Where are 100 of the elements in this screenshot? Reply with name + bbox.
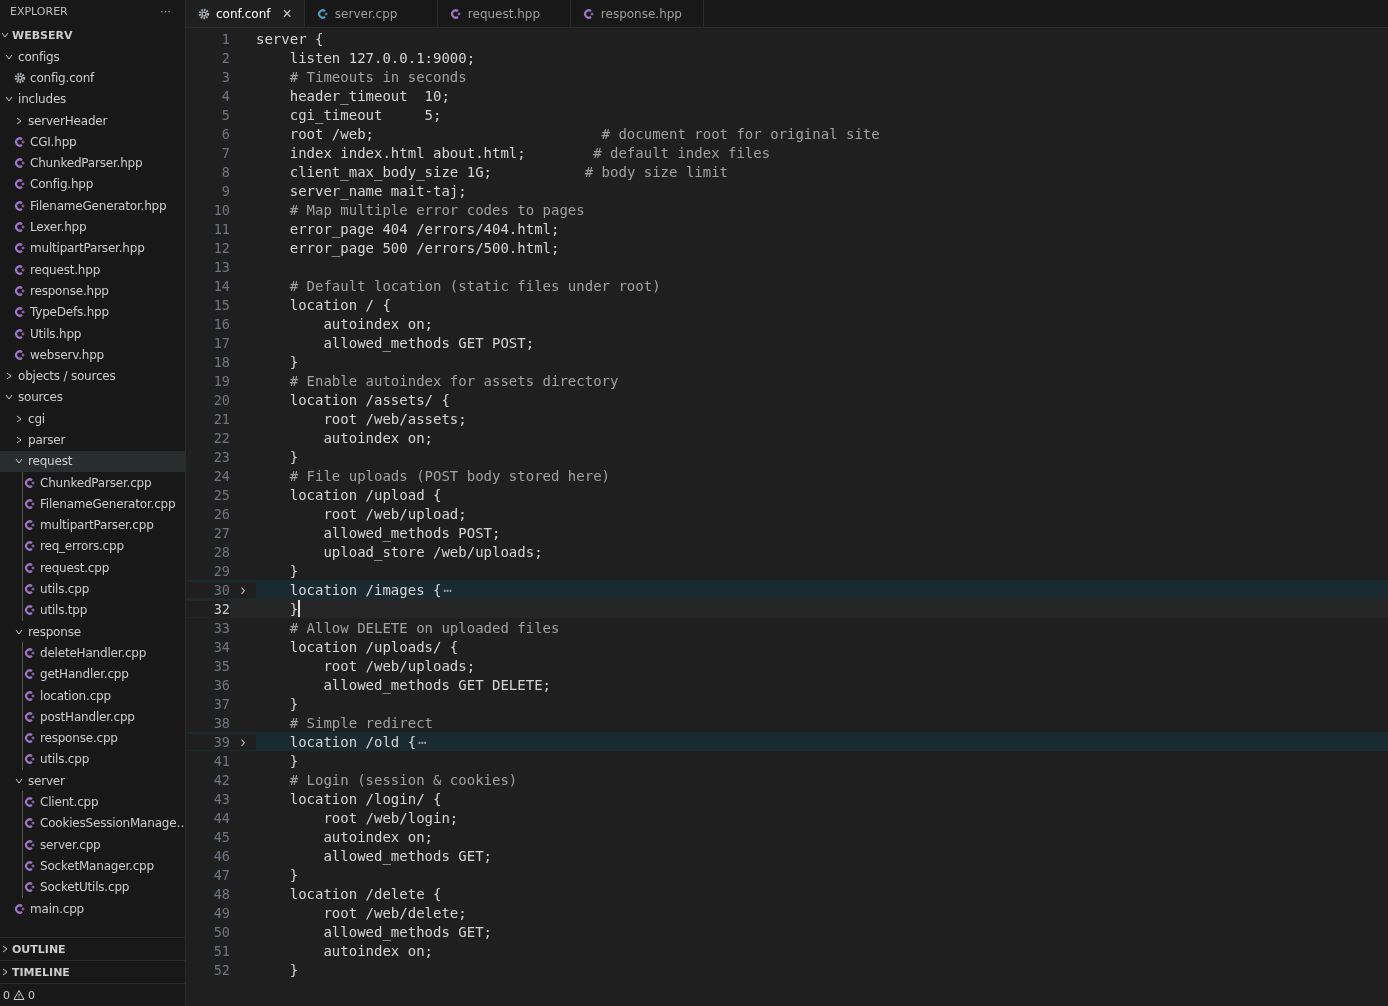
tree-item[interactable]: multipartParser.cpp [0,514,185,536]
tree-item[interactable]: deleteHandler.cpp [0,642,185,664]
chevron-icon [14,115,24,126]
cpp-file-icon [24,817,36,830]
gear-icon [14,71,26,84]
warning-count[interactable]: 0 [28,988,35,1002]
cpp-file-icon [24,710,36,723]
tree-item[interactable]: CGI.hpp [0,131,185,153]
code-line: upload_store /web/uploads; [322,543,543,560]
code-line: # Enable autoindex for assets directory [288,372,619,389]
editor-tab[interactable]: conf.conf × [186,0,305,27]
gear-icon [198,7,210,20]
code-line: root /web/upload; [322,505,467,522]
tree-item[interactable]: utils.cpp [0,748,185,771]
cpp-file-icon [24,689,36,702]
code-line: server { [256,30,324,47]
tree-item[interactable]: objects / sources [0,365,185,387]
tree-item[interactable]: FilenameGenerator.cpp [0,493,185,515]
tree-item[interactable]: main.cpp [0,897,185,920]
code-line: # Default location (static files under root) [288,277,661,294]
tree-item[interactable]: sources [0,386,185,409]
tree-item[interactable]: SocketUtils.cpp [0,876,185,898]
error-count[interactable]: 0 [3,988,10,1002]
editor-tab[interactable]: response.hpp [570,0,704,27]
code-line: } [288,961,299,978]
tree-item[interactable]: SocketManager.cpp [0,855,185,877]
tree-item[interactable]: Config.hpp [0,173,185,196]
cpp-file-icon [24,561,36,574]
panel-header[interactable]: OUTLINE [0,937,185,960]
tree-item[interactable]: CookiesSessionManage… [0,812,185,834]
project-root[interactable]: WEBSERV [0,22,185,46]
tree-item[interactable]: serverHeader [0,109,185,132]
code-line: error_page 404 /errors/404.html; [288,220,560,237]
cpp-file-icon [14,348,26,361]
code-line: } [288,448,299,465]
editor-tab[interactable]: request.hpp [437,0,571,27]
cpp-file-icon [14,221,26,233]
code-line: location /old {⋯ [288,733,427,750]
warning-icon[interactable] [13,989,25,1001]
tree-item[interactable]: parser [0,429,185,451]
more-button[interactable]: ··· [160,5,171,17]
code-line: } [288,866,299,883]
tree-item[interactable]: includes [0,88,185,110]
code-line: # Map multiple error codes to pages [288,201,585,218]
tree-item[interactable]: postHandler.cpp [0,706,185,728]
cpp-file-icon [14,242,26,255]
tree-item[interactable]: request.hpp [0,258,185,281]
cpp-file-icon [14,178,26,191]
line-number: 30 [186,581,230,598]
tree-item[interactable]: response [0,621,185,643]
explorer-title: EXPLORER [10,4,68,18]
code-line: # Simple redirect [288,714,433,731]
code-line: root /web; # document root for original site [288,125,880,142]
tree-item[interactable]: server [0,770,185,792]
tree-item[interactable]: utils.cpp [0,578,185,600]
tree-item[interactable]: getHandler.cpp [0,663,185,685]
cpp-file-icon [14,157,26,170]
tree-item[interactable]: ChunkedParser.cpp [0,471,185,494]
cpp-file-icon [14,135,26,148]
tree-item[interactable]: Utils.hpp [0,322,185,345]
tree-item[interactable]: TypeDefs.hpp [0,301,185,323]
chevron-icon [0,944,10,954]
cpp-file-icon [14,199,26,212]
tree-item[interactable]: response.cpp [0,727,185,749]
tree-item[interactable]: cgi [0,408,185,430]
editor-tab[interactable]: server.cpp [304,0,438,27]
cpp-file-icon [24,796,36,809]
tree-item[interactable]: location.cpp [0,684,185,707]
tree-item[interactable]: server.cpp [0,834,185,856]
tree-item[interactable]: ChunkedParser.hpp [0,152,185,174]
code-line: allowed_methods GET; [322,923,492,940]
tree-item[interactable]: request.cpp [0,557,185,579]
code-line: location /assets/ { [288,391,450,408]
code-line: root /web/assets; [322,410,467,427]
code-line: location /uploads/ { [288,638,459,655]
tree-item[interactable]: response.hpp [0,280,185,302]
tree-item[interactable]: request [0,450,185,472]
tree-item[interactable]: config.conf [0,67,185,89]
cpp-file-icon [24,838,36,851]
cpp-file-icon [24,753,36,766]
tree-item[interactable]: Client.cpp [0,791,185,813]
cpp-file-icon [24,668,36,681]
tree-item[interactable]: utils.tpp [0,599,185,621]
code-line: allowed_methods GET POST; [322,334,535,351]
cpp-file-icon [24,540,36,553]
code-line: location /delete { [288,885,442,902]
tree-item[interactable]: webserv.hpp [0,344,185,366]
close-button[interactable]: × [276,5,292,22]
code-line: cgi_timeout 5; [288,106,442,123]
tree-item[interactable]: FilenameGenerator.hpp [0,195,185,217]
cpp-file-icon [582,7,595,20]
tree-item[interactable]: req_errors.cpp [0,535,185,558]
tree-item[interactable]: Lexer.hpp [0,216,185,238]
tree-item[interactable]: multipartParser.hpp [0,237,185,259]
code-line: index index.html about.html; # default index files [288,144,771,161]
code-line: location /images {⋯ [288,581,452,598]
cpp-file-icon [24,859,36,872]
tree-item[interactable]: configs [0,46,185,68]
code-line: } [288,562,299,579]
line-number: 39 [186,733,230,750]
